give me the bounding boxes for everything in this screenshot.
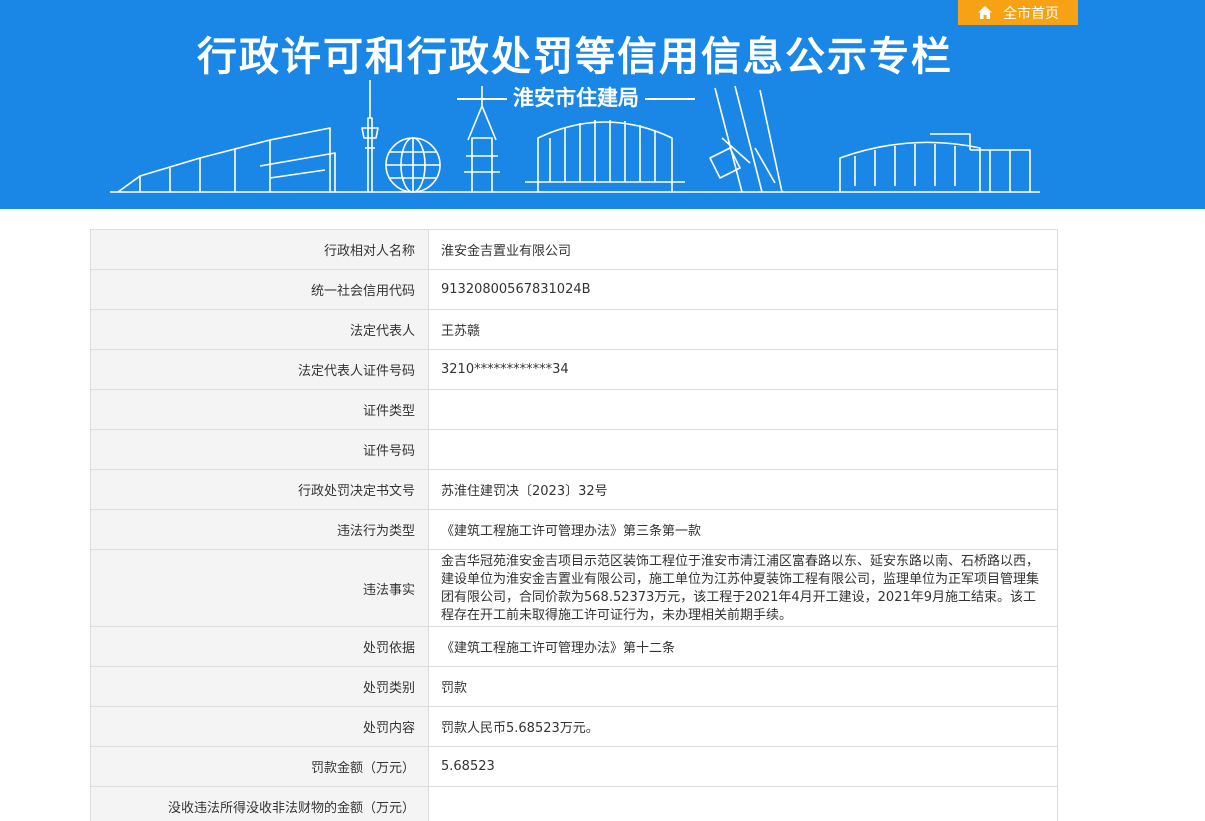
row-label: 法定代表人 [90, 309, 429, 350]
table-row: 罚款金额（万元） 5.68523 [90, 746, 1058, 787]
table-row: 行政相对人名称 淮安金吉置业有限公司 [90, 229, 1058, 270]
table-row: 证件类型 [90, 389, 1058, 430]
page-title: 行政许可和行政处罚等信用信息公示专栏 [197, 34, 953, 80]
header-banner: 行政许可和行政处罚等信用信息公示专栏 淮安市住建局 [0, 0, 1205, 209]
table-row: 证件号码 [90, 429, 1058, 470]
table-row: 行政处罚决定书文号 苏淮住建罚决〔2023〕32号 [90, 469, 1058, 510]
home-button-label: 全市首页 [1003, 5, 1059, 22]
row-label: 行政相对人名称 [90, 229, 429, 270]
table-row: 没收违法所得没收非法财物的金额（万元） [90, 786, 1058, 821]
row-label: 没收违法所得没收非法财物的金额（万元） [90, 786, 429, 821]
row-label: 违法行为类型 [90, 509, 429, 550]
row-label: 证件类型 [90, 389, 429, 430]
row-value: 淮安金吉置业有限公司 [428, 229, 1058, 270]
row-value [428, 429, 1058, 470]
table-row: 统一社会信用代码 91320800567831024B [90, 269, 1058, 310]
table-row: 违法行为类型 《建筑工程施工许可管理办法》第三条第一款 [90, 509, 1058, 550]
row-value [428, 389, 1058, 430]
row-label: 统一社会信用代码 [90, 269, 429, 310]
row-value: 苏淮住建罚决〔2023〕32号 [428, 469, 1058, 510]
row-label: 违法事实 [90, 549, 429, 627]
city-skyline-illustration [110, 80, 1040, 193]
row-value: 《建筑工程施工许可管理办法》第三条第一款 [428, 509, 1058, 550]
row-label: 处罚类别 [90, 666, 429, 707]
row-label: 法定代表人证件号码 [90, 349, 429, 390]
penalty-info-table: 行政相对人名称 淮安金吉置业有限公司 统一社会信用代码 913208005678… [90, 229, 1058, 821]
row-label: 证件号码 [90, 429, 429, 470]
home-button[interactable]: 全市首页 [958, 0, 1078, 25]
row-label: 罚款金额（万元） [90, 746, 429, 787]
row-value: 《建筑工程施工许可管理办法》第十二条 [428, 626, 1058, 667]
row-value [428, 786, 1058, 821]
row-value: 3210************34 [428, 349, 1058, 390]
row-value: 罚款人民币5.68523万元。 [428, 706, 1058, 747]
row-value: 5.68523 [428, 746, 1058, 787]
table-row: 处罚内容 罚款人民币5.68523万元。 [90, 706, 1058, 747]
home-icon [978, 6, 992, 19]
table-row: 违法事实 金吉华冠苑淮安金吉项目示范区装饰工程位于淮安市清江浦区富春路以东、延安… [90, 549, 1058, 627]
row-label: 行政处罚决定书文号 [90, 469, 429, 510]
row-value: 91320800567831024B [428, 269, 1058, 310]
row-label: 处罚内容 [90, 706, 429, 747]
table-row: 处罚类别 罚款 [90, 666, 1058, 707]
table-row: 法定代表人 王苏赣 [90, 309, 1058, 350]
row-value: 王苏赣 [428, 309, 1058, 350]
table-row: 处罚依据 《建筑工程施工许可管理办法》第十二条 [90, 626, 1058, 667]
table-row: 法定代表人证件号码 3210************34 [90, 349, 1058, 390]
row-value: 罚款 [428, 666, 1058, 707]
row-value: 金吉华冠苑淮安金吉项目示范区装饰工程位于淮安市清江浦区富春路以东、延安东路以南、… [428, 549, 1058, 627]
row-label: 处罚依据 [90, 626, 429, 667]
